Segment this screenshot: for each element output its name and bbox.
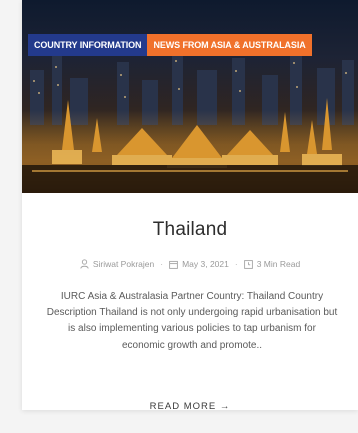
- user-icon: [80, 259, 89, 269]
- post-author[interactable]: Siriwat Pokrajen: [93, 259, 154, 269]
- read-more-label: READ MORE: [149, 401, 217, 412]
- post-card: COUNTRY INFORMATION NEWS FROM ASIA & AUS…: [22, 0, 358, 412]
- clock-icon: [243, 259, 253, 269]
- category-badge-news-asia-australasia[interactable]: NEWS FROM ASIA & AUSTRALASIA: [147, 34, 312, 56]
- post-meta: Siriwat Pokrajen · May 3, 2021 · 3 Min R…: [22, 259, 358, 269]
- arrow-right-icon: →: [219, 401, 231, 412]
- read-more-link[interactable]: READ MORE →: [22, 401, 358, 412]
- post-excerpt: IURC Asia & Australasia Partner Country:…: [46, 291, 338, 351]
- post-title[interactable]: Thailand: [22, 219, 358, 241]
- post-date: May 3, 2021: [182, 259, 229, 269]
- meta-separator: ·: [160, 259, 164, 269]
- meta-separator: ·: [234, 259, 238, 269]
- calendar-icon: [169, 260, 178, 269]
- post-featured-image[interactable]: COUNTRY INFORMATION NEWS FROM ASIA & AUS…: [22, 0, 358, 193]
- category-badge-country-information[interactable]: COUNTRY INFORMATION: [28, 34, 148, 56]
- category-badges: COUNTRY INFORMATION NEWS FROM ASIA & AUS…: [28, 34, 312, 56]
- post-read-time: 3 Min Read: [256, 259, 301, 269]
- bangkok-night-skyline-image: [22, 48, 358, 193]
